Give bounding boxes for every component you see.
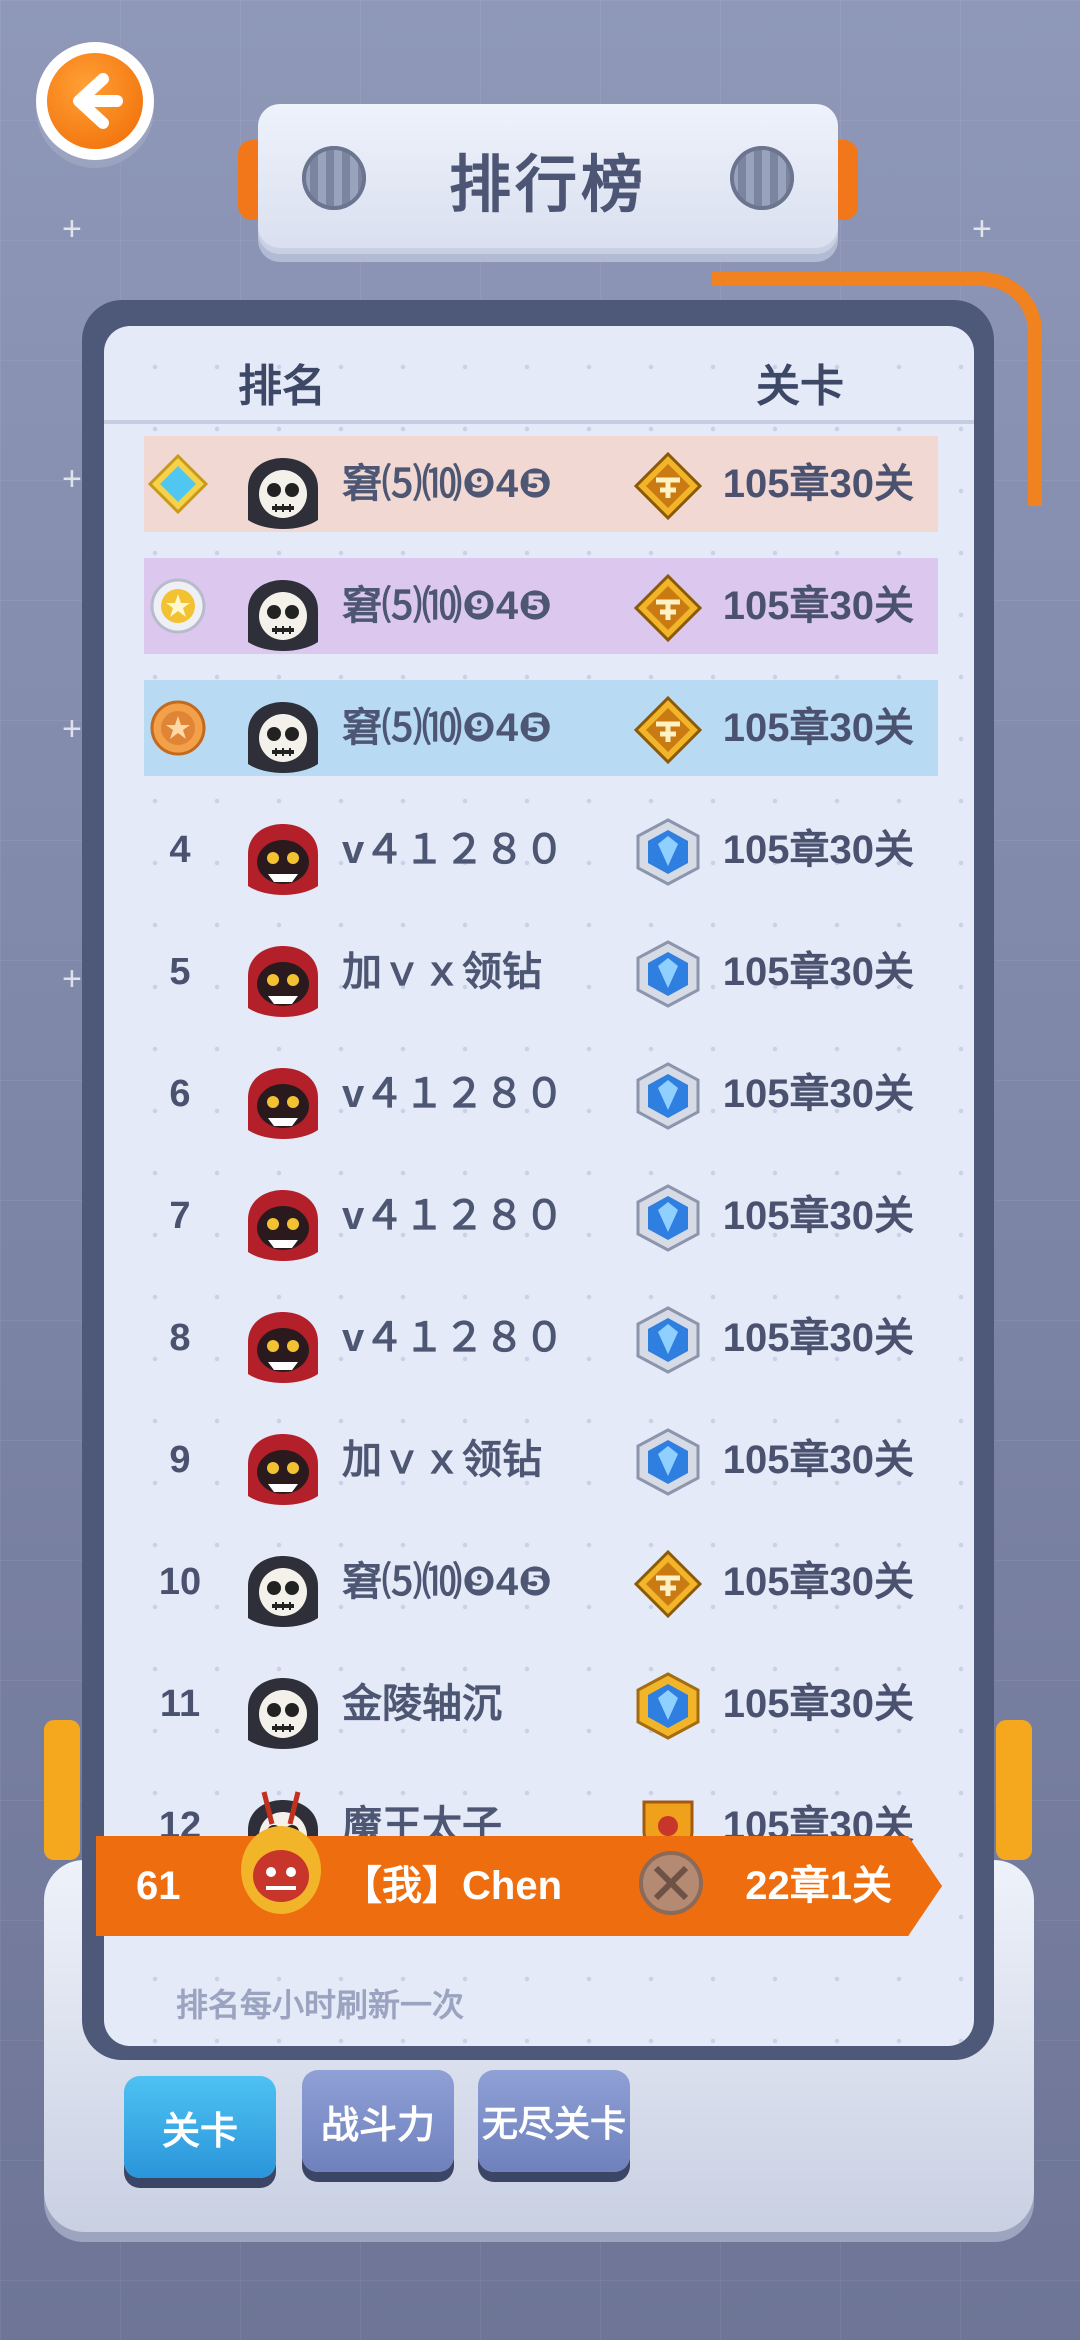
player-name: v４１２８０ [342,1194,565,1238]
player-name: v４１２８０ [342,828,565,872]
red-hood-avatar[interactable] [240,1050,326,1142]
player-name: 窘⑸⑽❾4❺ [342,462,552,506]
player-name: 加ｖｘ领钻 [342,1438,542,1482]
leaderboard-row[interactable]: 6 v４１２８０ 105章30关 [144,1046,938,1142]
my-name: 【我】Chen [342,1864,562,1908]
level-column-header: 关卡 [756,362,844,411]
tab-level[interactable]: 关卡 [124,2076,276,2178]
rank-number: 6 [169,1073,191,1115]
base-post [996,1720,1032,1860]
skull-hood-avatar[interactable] [240,684,326,776]
leaderboard-row[interactable]: 窘⑸⑽❾4❺ 105章30关 [144,680,938,776]
blue-crystal-badge-icon [632,1304,704,1376]
tab-endless-level[interactable]: 无尽关卡 [478,2070,630,2172]
player-name: 窘⑸⑽❾4❺ [342,706,552,750]
leaderboard-row[interactable]: 4 v４１２８０ 105章30关 [144,802,938,898]
plus-icon: + [62,960,82,998]
red-hood-avatar[interactable] [240,1294,326,1386]
my-rank: 61 [136,1864,181,1908]
skull-hood-avatar[interactable] [240,1538,326,1630]
red-hood-avatar[interactable] [240,806,326,898]
level-progress: 105章30关 [722,462,914,506]
gold-badge-icon [632,572,704,644]
rank-number: 8 [169,1317,191,1359]
bronze-locked-badge-icon [636,1848,706,1918]
red-hood-avatar[interactable] [240,928,326,1020]
title-plaque: 排行榜 [238,100,858,260]
plus-icon: + [972,210,992,248]
plus-icon: + [62,710,82,748]
blue-crystal-badge-icon [632,1060,704,1132]
blue-crystal-badge-icon [632,1426,704,1498]
level-progress: 105章30关 [722,1560,914,1604]
level-progress: 105章30关 [722,706,914,750]
level-progress: 105章30关 [722,1194,914,1238]
red-hood-avatar[interactable] [240,1416,326,1508]
blue-crystal-badge-icon [632,938,704,1010]
player-name: 窘⑸⑽❾4❺ [342,584,552,628]
my-avatar [236,1784,326,1924]
base-post [44,1720,80,1860]
level-progress: 105章30关 [722,584,914,628]
level-progress: 105章30关 [722,828,914,872]
player-name: 金陵轴沉 [342,1682,502,1726]
plus-icon: + [62,210,82,248]
skull-hood-avatar[interactable] [240,440,326,532]
page-title: 排行榜 [448,151,647,220]
rank-number: 11 [159,1683,201,1725]
rank-number: 4 [169,829,191,871]
leaderboard-row[interactable]: 11 金陵轴沉 105章30关 [144,1656,938,1752]
tab-combat-power[interactable]: 战斗力 [302,2070,454,2172]
leaderboard-row[interactable]: 5 加ｖｘ领钻 105章30关 [144,924,938,1020]
gold-crystal-badge-icon [632,1670,704,1742]
bolt-icon [730,146,794,210]
refresh-note: 排名每小时刷新一次 [176,1987,465,2023]
bronze-star-medal-icon [148,698,208,758]
leaderboard-row[interactable]: 窘⑸⑽❾4❺ 105章30关 [144,558,938,654]
my-level: 22章1关 [745,1864,892,1908]
gold-badge-icon [632,694,704,766]
player-name: 加ｖｘ领钻 [342,950,542,994]
rank-number: 7 [169,1195,191,1237]
my-rank-row[interactable]: 61 【我】Chen 22章1关 [96,1836,942,1936]
plus-icon: + [62,460,82,498]
blue-crystal-badge-icon [632,816,704,888]
level-progress: 105章30关 [722,1316,914,1360]
level-progress: 105章30关 [722,1682,914,1726]
skull-hood-avatar[interactable] [240,1660,326,1752]
back-arrow-icon [47,53,143,149]
gold-badge-icon [632,1548,704,1620]
level-progress: 105章30关 [722,1438,914,1482]
level-progress: 105章30关 [722,1072,914,1116]
gold-badge-icon [632,450,704,522]
table-header: 排名 关卡 [104,326,974,424]
back-button[interactable] [36,42,154,160]
leaderboard-row[interactable]: 窘⑸⑽❾4❺ 105章30关 [144,436,938,532]
red-hood-avatar[interactable] [240,1172,326,1264]
leaderboard-row[interactable]: 7 v４１２８０ 105章30关 [144,1168,938,1264]
player-name: v４１２８０ [342,1072,565,1116]
skull-hood-avatar[interactable] [240,562,326,654]
bolt-icon [302,146,366,210]
diamond-medal-icon [148,454,208,514]
level-progress: 105章30关 [722,950,914,994]
rank-number: 9 [169,1439,191,1481]
leaderboard-row[interactable]: 9 加ｖｘ领钻 105章30关 [144,1412,938,1508]
leaderboard-row[interactable]: 8 v４１２８０ 105章30关 [144,1290,938,1386]
leaderboard-panel[interactable]: 排名 关卡 窘⑸⑽❾4❺ 105章30关 窘⑸⑽❾4❺ 105章30关 窘⑸⑽❾4❺ 10… [104,326,974,2046]
rank-column-header: 排名 [238,362,326,411]
leaderboard-row[interactable]: 10 窘⑸⑽❾4❺ 105章30关 [144,1534,938,1630]
gold-star-medal-icon [148,576,208,636]
player-name: v４１２８０ [342,1316,565,1360]
rank-number: 10 [158,1561,202,1603]
rank-number: 5 [169,951,191,993]
blue-crystal-badge-icon [632,1182,704,1254]
player-name: 窘⑸⑽❾4❺ [342,1560,552,1604]
